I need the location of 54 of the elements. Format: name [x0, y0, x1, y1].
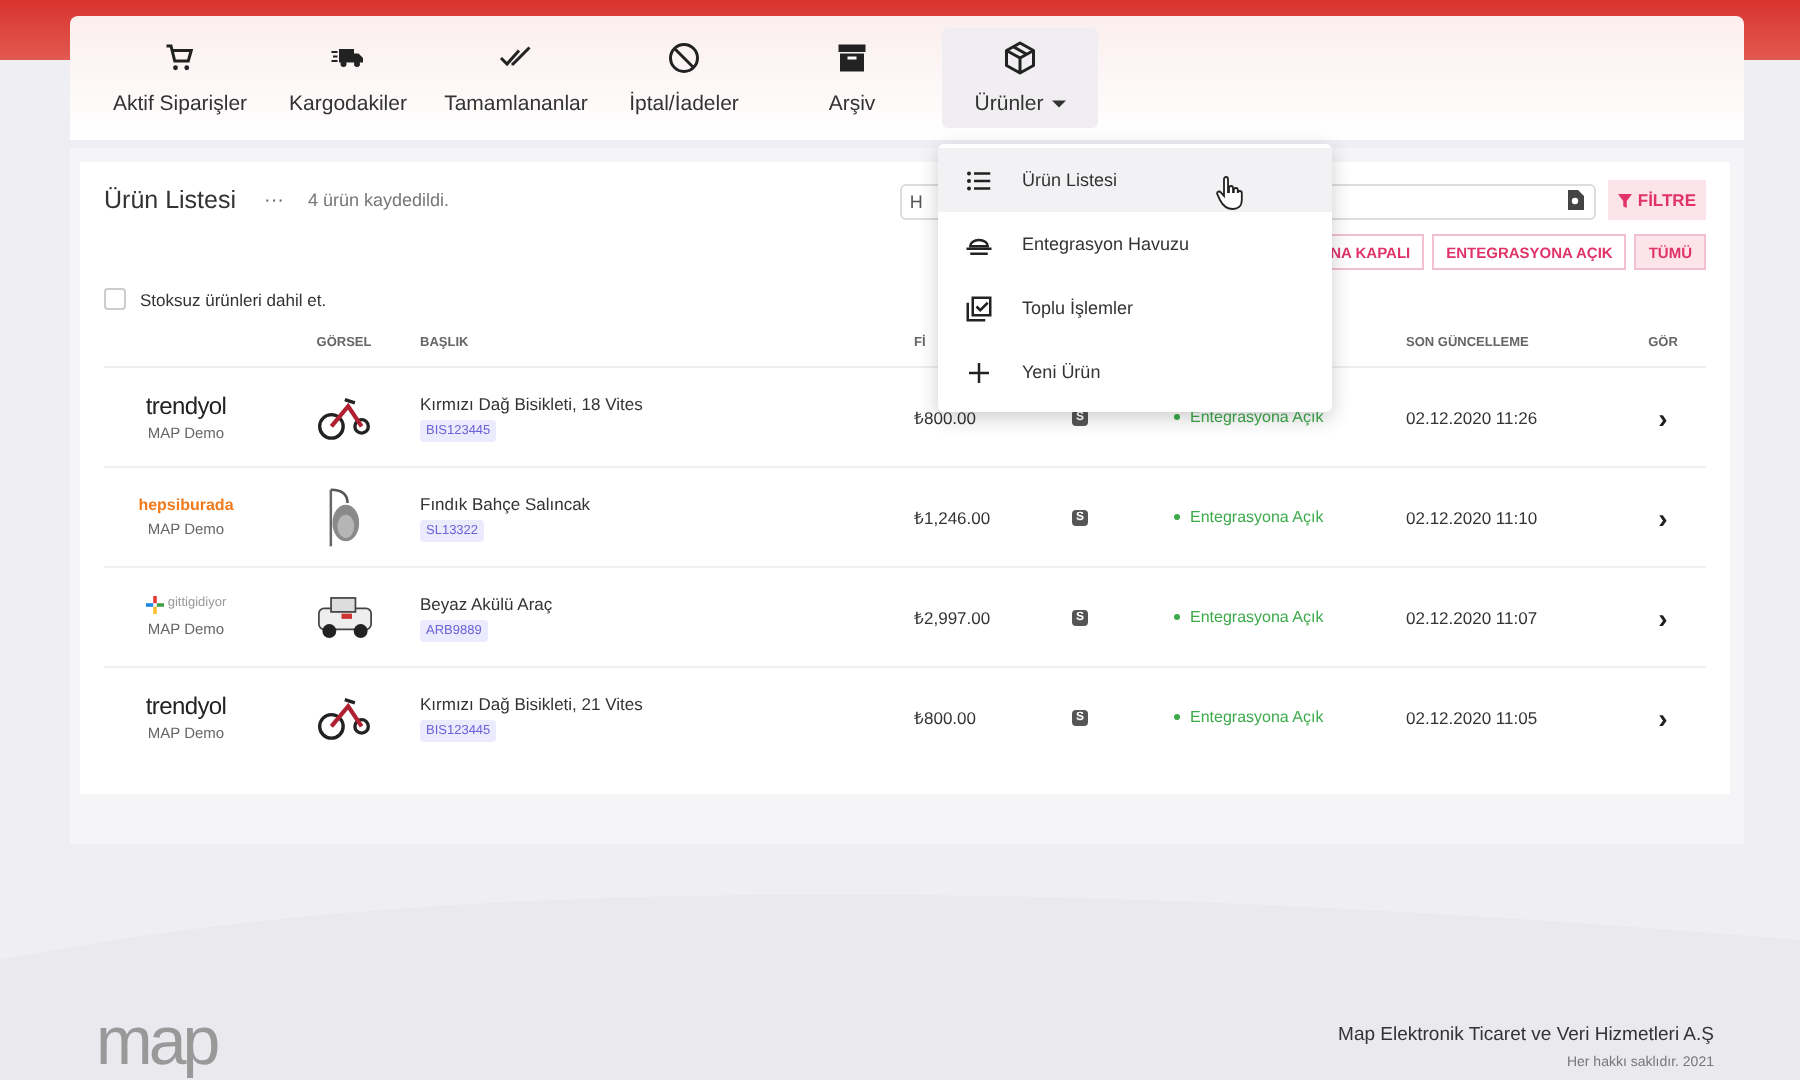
updated-date: 02.12.2020 11:10 — [1406, 507, 1540, 527]
updated-date: 02.12.2020 11:26 — [1406, 407, 1540, 427]
product-title: Kırmızı Dağ Bisikleti, 18 Vites — [420, 393, 643, 413]
price: ₺1,246.00 — [914, 506, 993, 528]
status-dot — [1174, 414, 1180, 420]
more-button[interactable]: ··· — [264, 189, 284, 211]
plus-logo-icon — [145, 596, 164, 614]
product-count: 4 ürün kaydedildi. — [308, 190, 450, 210]
company-name: Map Elektronik Ticaret ve Veri Hizmetleri A.Ş — [1338, 1024, 1714, 1046]
price: ₺800.00 — [914, 406, 978, 428]
status-dot — [1174, 614, 1180, 620]
open-link[interactable]: › — [1658, 401, 1668, 433]
product-title: Fındık Bahçe Salıncak — [420, 493, 591, 513]
plus-icon — [964, 357, 994, 387]
nav-item[interactable]: Kargodakiler — [264, 28, 432, 128]
checklist-icon — [964, 293, 994, 323]
price: ₺800.00 — [914, 706, 978, 728]
ban-icon — [666, 40, 702, 76]
store-logo: trendyol — [145, 393, 227, 417]
status-text: Entegrasyona Açık — [1190, 708, 1324, 726]
cart-icon — [162, 40, 198, 76]
filter-button[interactable]: FİLTRE — [1607, 180, 1706, 220]
caret-icon — [1051, 100, 1066, 108]
funnel-icon — [1617, 193, 1632, 207]
product-title: Kırmızı Dağ Bisikleti, 21 Vites — [420, 693, 643, 713]
box-icon — [1002, 40, 1038, 76]
menu-item[interactable]: Yeni Ürün — [938, 340, 1332, 404]
nav-item[interactable]: Aktif Siparişler — [96, 28, 264, 128]
company-logo: map — [96, 1008, 217, 1076]
status-text: Entegrasyona Açık — [1190, 408, 1324, 426]
store-logo: hepsiburada — [138, 497, 234, 513]
open-link[interactable]: › — [1658, 601, 1668, 633]
checkbox[interactable] — [104, 288, 126, 310]
nav-item[interactable]: İptal/İadeler — [600, 28, 768, 128]
updated-date: 02.12.2020 11:05 — [1406, 707, 1540, 727]
product-title: Beyaz Akülü Araç — [420, 593, 553, 613]
open-link[interactable]: › — [1658, 501, 1668, 533]
price: ₺2,997.00 — [914, 606, 993, 628]
checkbox-label: Stoksuz ürünleri dahil et. — [140, 289, 327, 309]
menu-item[interactable]: Toplu İşlemler — [938, 276, 1332, 340]
hand-cursor-icon — [1216, 176, 1244, 210]
nav-item[interactable]: Ürünler — [942, 28, 1098, 128]
open-link[interactable]: › — [1658, 701, 1668, 733]
store-logo: trendyol — [145, 693, 227, 717]
nav-item[interactable]: Arşiv — [768, 28, 936, 128]
status-text: Entegrasyona Açık — [1190, 508, 1324, 526]
updated-date: 02.12.2020 11:07 — [1406, 607, 1540, 627]
status-dot — [1174, 514, 1180, 520]
status-text: Entegrasyona Açık — [1190, 608, 1324, 626]
panel-title: Ürün Listesi — [104, 186, 236, 214]
archive-icon — [834, 40, 870, 76]
menu-item[interactable]: Ürün Listesi — [938, 148, 1332, 212]
nav-item[interactable]: Tamamlananlar — [432, 28, 600, 128]
status-dot — [1174, 714, 1180, 720]
